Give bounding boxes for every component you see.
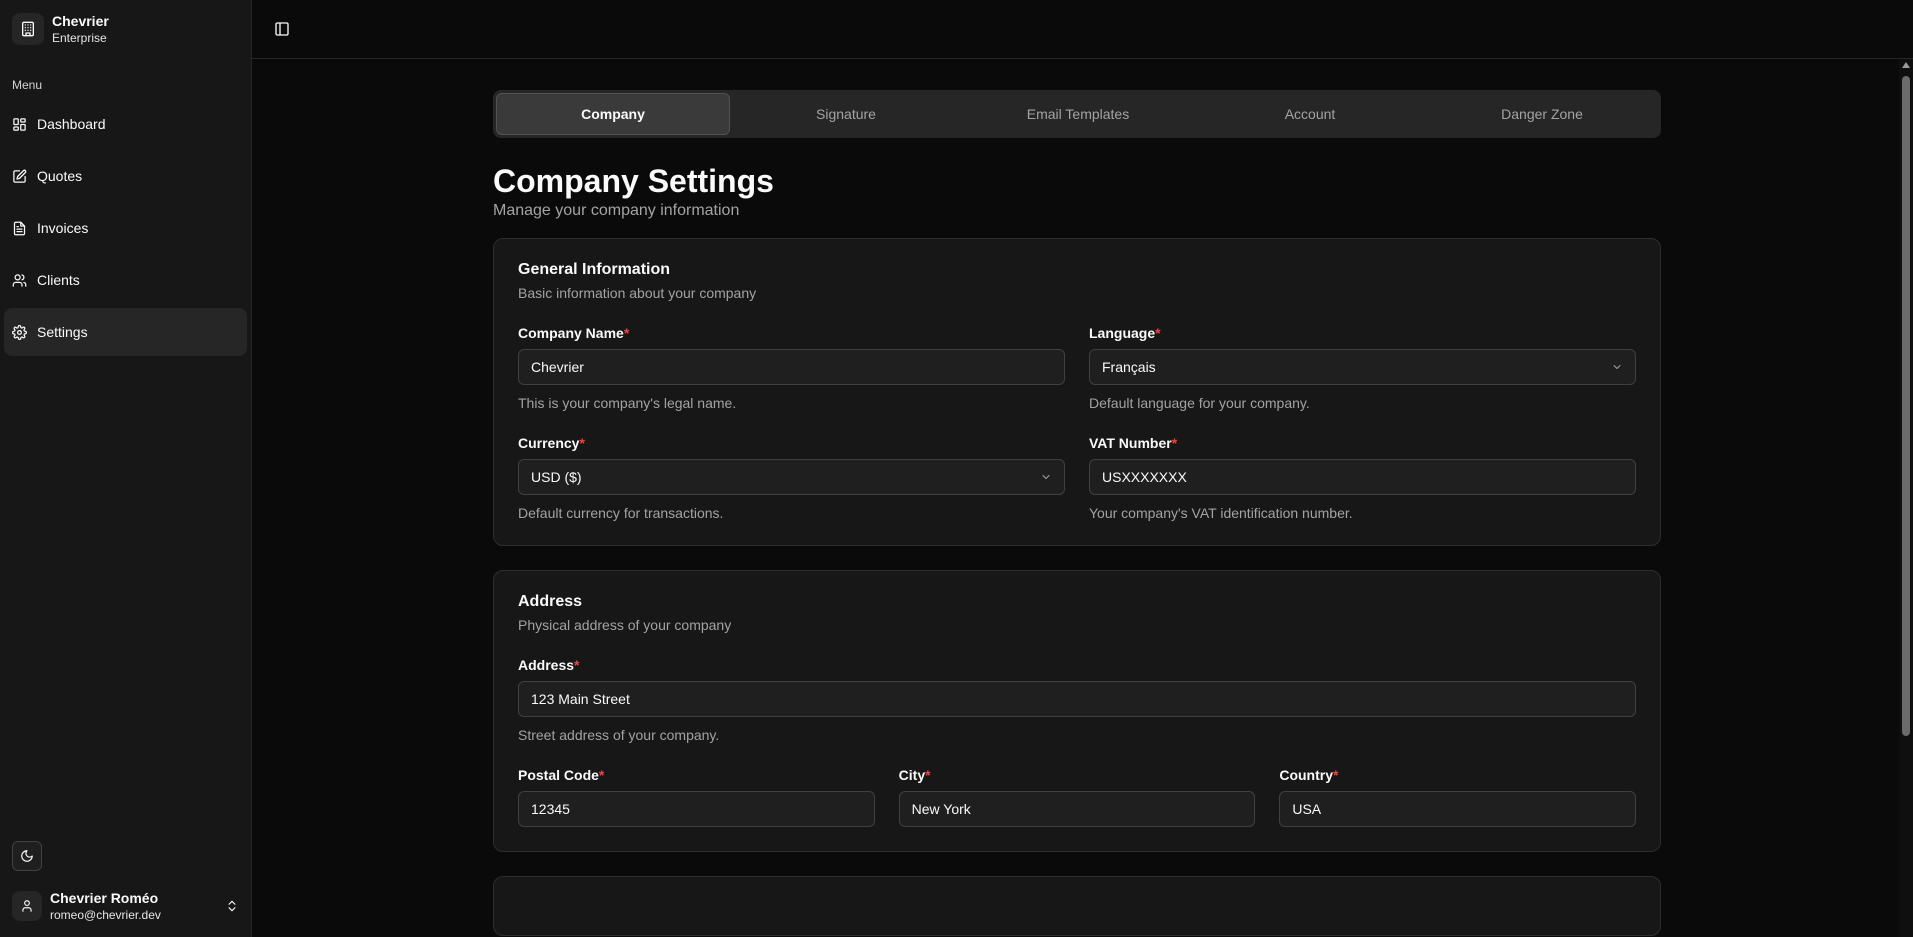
field-label: Language: [1089, 325, 1156, 341]
postal-code-field: Postal Code* 12345: [518, 767, 875, 827]
field-hint: Your company's VAT identification number…: [1089, 505, 1353, 521]
sidebar-item-dashboard[interactable]: Dashboard: [4, 100, 247, 148]
company-name-input[interactable]: Chevrier: [518, 349, 1065, 385]
city-field: City* New York: [898, 767, 1256, 827]
address-card: Address Physical address of your company…: [493, 570, 1661, 852]
field-label: Country: [1279, 767, 1333, 783]
field-label: VAT Number: [1089, 435, 1172, 451]
field-label: Company Name: [518, 325, 624, 341]
language-field: Language* Français Default language for …: [1089, 325, 1636, 411]
field-hint: Street address of your company.: [518, 727, 720, 743]
sidebar-item-clients[interactable]: Clients: [4, 256, 247, 304]
address-field: Address* 123 Main Street Street address …: [518, 657, 1636, 743]
user-email: romeo@chevrier.dev: [50, 908, 161, 922]
country-input[interactable]: USA: [1279, 791, 1636, 827]
brand-plan: Enterprise: [52, 31, 107, 45]
field-hint: Default currency for transactions.: [518, 505, 724, 521]
sidebar-item-label: Dashboard: [37, 116, 106, 132]
required-mark: *: [1155, 325, 1161, 341]
sidebar-item-quotes[interactable]: Quotes: [4, 152, 247, 200]
card-subtitle: Physical address of your company: [518, 617, 732, 633]
building-icon: [12, 13, 44, 45]
next-section-card: [493, 876, 1661, 936]
brand-name: Chevrier: [52, 13, 109, 29]
sidebar-item-settings[interactable]: Settings: [4, 308, 247, 356]
tab-email-templates[interactable]: Email Templates: [962, 93, 1194, 135]
scroll-up-arrow-icon[interactable]: [1902, 62, 1910, 68]
sidebar: Chevrier Enterprise Menu Dashboard Quote…: [0, 0, 252, 937]
sidebar-item-label: Invoices: [37, 220, 89, 236]
tab-company[interactable]: Company: [496, 93, 730, 135]
field-hint: This is your company's legal name.: [518, 395, 737, 411]
card-title: Address: [518, 593, 583, 610]
moon-icon: [21, 850, 33, 862]
sidebar-toggle-icon[interactable]: [274, 21, 290, 37]
field-hint: Default language for your company.: [1089, 395, 1310, 411]
sidebar-nav: Dashboard Quotes Invoices Clients Settin…: [0, 100, 251, 360]
tab-signature[interactable]: Signature: [730, 93, 962, 135]
chevron-down-icon: [1613, 365, 1621, 369]
field-label: Address: [518, 657, 575, 673]
sidebar-item-label: Settings: [37, 324, 88, 340]
settings-content: Company Signature Email Templates Accoun…: [252, 59, 1899, 937]
main-area: Company Signature Email Templates Accoun…: [252, 0, 1913, 937]
required-mark: *: [598, 767, 605, 783]
address-input[interactable]: 123 Main Street: [518, 681, 1636, 717]
field-label: City: [898, 767, 926, 783]
gear-icon: [12, 324, 27, 340]
theme-toggle-button[interactable]: [12, 841, 42, 871]
dashboard-icon: [13, 117, 26, 131]
tab-danger-zone[interactable]: Danger Zone: [1426, 93, 1658, 135]
user-name: Chevrier Roméo: [50, 890, 159, 906]
city-input[interactable]: New York: [898, 791, 1256, 827]
page-title: Company Settings: [493, 163, 774, 199]
users-icon: [12, 273, 27, 287]
card-title: General Information: [518, 261, 671, 278]
postal-code-input[interactable]: 12345: [518, 791, 875, 827]
user-menu[interactable]: Chevrier Roméo romeo@chevrier.dev: [0, 881, 251, 937]
required-mark: *: [925, 767, 931, 783]
user-icon: [22, 900, 32, 912]
field-label: Currency: [518, 435, 580, 451]
company-name-field: Company Name* Chevrier This is your comp…: [518, 325, 1065, 411]
vat-number-field: VAT Number* USXXXXXXX Your company's VAT…: [1089, 435, 1636, 521]
select-value: USD ($): [531, 469, 582, 485]
app-root: Chevrier Enterprise Menu Dashboard Quote…: [0, 0, 1913, 937]
avatar: [12, 891, 42, 921]
scrollbar[interactable]: [1899, 59, 1913, 937]
card-subtitle: Basic information about your company: [518, 285, 757, 301]
vat-number-input[interactable]: USXXXXXXX: [1089, 459, 1636, 495]
required-mark: *: [579, 435, 585, 451]
settings-tabs: Company Signature Email Templates Accoun…: [493, 90, 1661, 138]
currency-select[interactable]: USD ($): [518, 459, 1065, 495]
invoice-icon: [13, 221, 26, 235]
menu-label: Menu: [12, 78, 43, 92]
field-label: Postal Code: [518, 767, 599, 783]
scroll-thumb[interactable]: [1902, 76, 1910, 736]
quote-icon: [13, 169, 27, 183]
sidebar-item-label: Quotes: [37, 168, 83, 184]
currency-field: Currency* USD ($) Default currency for t…: [518, 435, 1065, 521]
required-mark: *: [1333, 767, 1339, 783]
chevron-down-icon: [1042, 475, 1050, 479]
page-subtitle: Manage your company information: [493, 202, 740, 219]
chevrons-up-down-icon[interactable]: [225, 899, 239, 913]
sidebar-item-invoices[interactable]: Invoices: [4, 204, 247, 252]
required-mark: *: [574, 657, 580, 673]
sidebar-item-label: Clients: [37, 272, 80, 288]
brand-switcher[interactable]: Chevrier Enterprise: [0, 0, 251, 58]
tab-account[interactable]: Account: [1194, 93, 1426, 135]
language-select[interactable]: Français: [1089, 349, 1636, 385]
general-information-card: General Information Basic information ab…: [493, 238, 1661, 546]
required-mark: *: [1171, 435, 1178, 451]
required-mark: *: [623, 325, 630, 341]
country-field: Country* USA: [1279, 767, 1636, 827]
topbar: [252, 0, 1913, 59]
select-value: Français: [1102, 359, 1156, 375]
sidebar-footer: Chevrier Roméo romeo@chevrier.dev: [0, 841, 251, 937]
